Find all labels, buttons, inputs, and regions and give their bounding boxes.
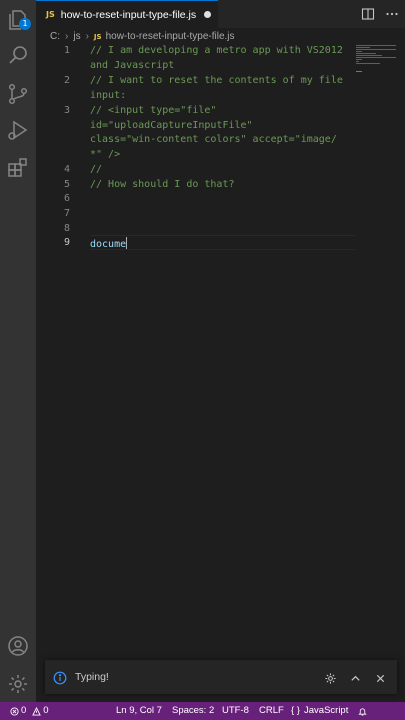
code-editor[interactable]: 1 2 3 4 5 6 7 8 9 // I am developing a m… [36, 45, 405, 658]
code-line: class="win-content colors" accept="image… [90, 134, 337, 145]
current-line-highlight [90, 235, 355, 250]
extensions-icon[interactable] [6, 156, 30, 180]
source-control-icon[interactable] [6, 82, 30, 106]
search-icon[interactable] [6, 44, 30, 68]
unsaved-dot-icon[interactable] [204, 11, 212, 18]
status-bar: 0 0 Ln 9, Col 7 Spaces: 2 UTF-8 CRLF { }… [0, 702, 405, 720]
line-number: 2 [63, 75, 70, 86]
tab-active-file[interactable]: JS how-to-reset-input-type-file.js [36, 0, 218, 28]
code-line: // I am developing a metro app with VS20… [90, 45, 343, 56]
line-number: 7 [63, 208, 70, 219]
error-count: 0 [21, 705, 27, 716]
breadcrumb-drive[interactable]: C: [50, 31, 60, 42]
activity-bar: 1 [0, 0, 36, 702]
notification-message: Typing! [75, 671, 109, 683]
language-label: JavaScript [304, 705, 349, 716]
code-line-current: docume [90, 237, 128, 250]
text-cursor [126, 237, 128, 249]
tab-title: how-to-reset-input-type-file.js [60, 8, 197, 21]
manage-gear-icon[interactable] [6, 672, 30, 696]
line-number: 1 [63, 45, 70, 56]
more-actions-icon[interactable] [385, 6, 399, 20]
chevron-up-icon[interactable] [349, 670, 362, 683]
cursor-position[interactable]: Ln 9, Col 7 [116, 702, 162, 720]
warning-icon [32, 706, 42, 716]
code-line: input: [90, 90, 127, 101]
bell-icon [358, 707, 367, 716]
minimap[interactable] [356, 45, 401, 85]
breadcrumb-folder[interactable]: js [73, 31, 80, 42]
line-number: 4 [63, 164, 70, 175]
breadcrumb: C: › js › JS how-to-reset-input-type-fil… [36, 28, 405, 45]
indentation[interactable]: Spaces: 2 [172, 702, 214, 720]
code-line: and Javascript [90, 60, 175, 71]
editor-actions [361, 6, 399, 20]
run-debug-icon[interactable] [6, 118, 30, 142]
code-line: // <input type="file" [90, 105, 217, 116]
explorer-badge: 1 [19, 18, 31, 30]
language-mode[interactable]: { } JavaScript [291, 702, 348, 720]
problems-indicator[interactable]: 0 0 [10, 702, 49, 720]
js-file-icon: JS [46, 10, 55, 19]
line-number: 6 [63, 193, 70, 204]
split-editor-icon[interactable] [361, 6, 375, 20]
code-line: // [90, 164, 103, 175]
breadcrumb-file[interactable]: how-to-reset-input-type-file.js [106, 31, 235, 42]
error-icon [10, 706, 19, 716]
encoding[interactable]: UTF-8 [222, 702, 249, 720]
warning-count: 0 [43, 705, 49, 716]
chevron-right-icon: › [65, 31, 69, 42]
tab-bar: JS how-to-reset-input-type-file.js [36, 0, 405, 28]
notification-toast: Typing! [45, 660, 397, 694]
notification-settings-gear-icon[interactable] [324, 670, 337, 684]
info-icon [53, 670, 67, 685]
notification-actions [324, 670, 387, 684]
chevron-right-icon: › [85, 31, 89, 42]
line-number: 3 [63, 105, 70, 116]
code-line: *" /> [90, 149, 121, 160]
line-number: 5 [63, 179, 70, 190]
code-line: id="uploadCaptureInputFile" [90, 120, 253, 131]
line-number-active: 9 [63, 237, 70, 248]
typed-identifier: docume [90, 239, 127, 250]
notifications-bell[interactable] [358, 702, 369, 720]
js-file-icon: JS [93, 32, 102, 41]
braces-icon: { } [291, 705, 300, 716]
line-ending[interactable]: CRLF [259, 702, 284, 720]
code-line: // How should I do that? [90, 179, 235, 190]
code-line: // I want to reset the contents of my fi… [90, 75, 343, 86]
close-icon[interactable] [374, 670, 387, 683]
account-icon[interactable] [6, 634, 30, 658]
line-number: 8 [63, 223, 70, 234]
